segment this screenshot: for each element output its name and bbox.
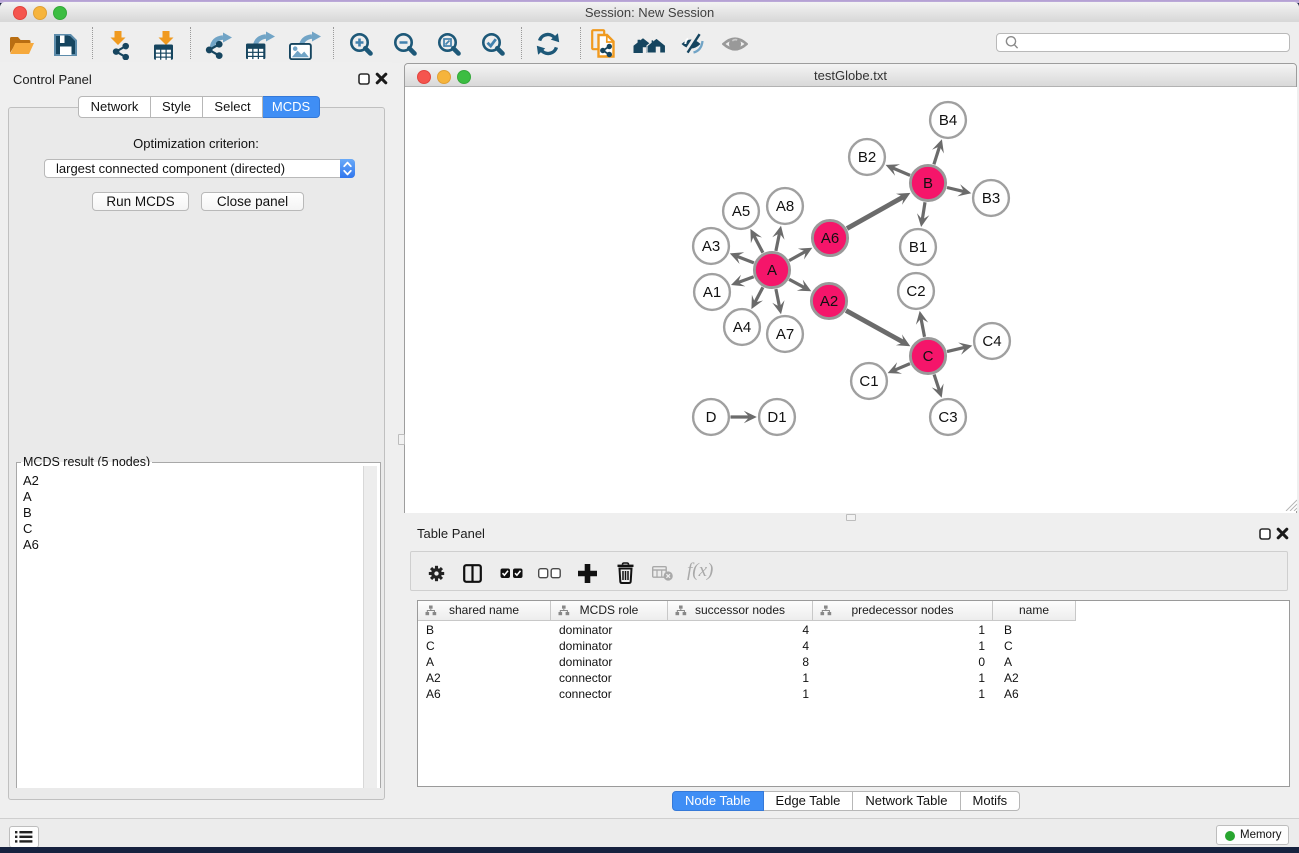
svg-text:A2: A2 <box>820 293 838 310</box>
svg-text:C2: C2 <box>906 283 925 300</box>
svg-text:C4: C4 <box>982 333 1001 350</box>
svg-text:D1: D1 <box>767 409 786 426</box>
svg-text:A7: A7 <box>776 326 794 343</box>
svg-text:A5: A5 <box>732 203 750 220</box>
svg-text:B3: B3 <box>982 190 1000 207</box>
svg-text:A4: A4 <box>733 319 751 336</box>
svg-text:C3: C3 <box>938 409 957 426</box>
svg-text:B2: B2 <box>858 149 876 166</box>
svg-text:B: B <box>923 175 933 192</box>
svg-text:D: D <box>706 409 717 426</box>
svg-text:A1: A1 <box>703 284 721 301</box>
svg-text:A6: A6 <box>821 230 839 247</box>
svg-text:A: A <box>767 262 777 279</box>
svg-text:C1: C1 <box>859 373 878 390</box>
svg-text:B1: B1 <box>909 239 927 256</box>
svg-text:B4: B4 <box>939 112 957 129</box>
svg-text:C: C <box>923 348 934 365</box>
svg-text:A3: A3 <box>702 238 720 255</box>
svg-text:A8: A8 <box>776 198 794 215</box>
